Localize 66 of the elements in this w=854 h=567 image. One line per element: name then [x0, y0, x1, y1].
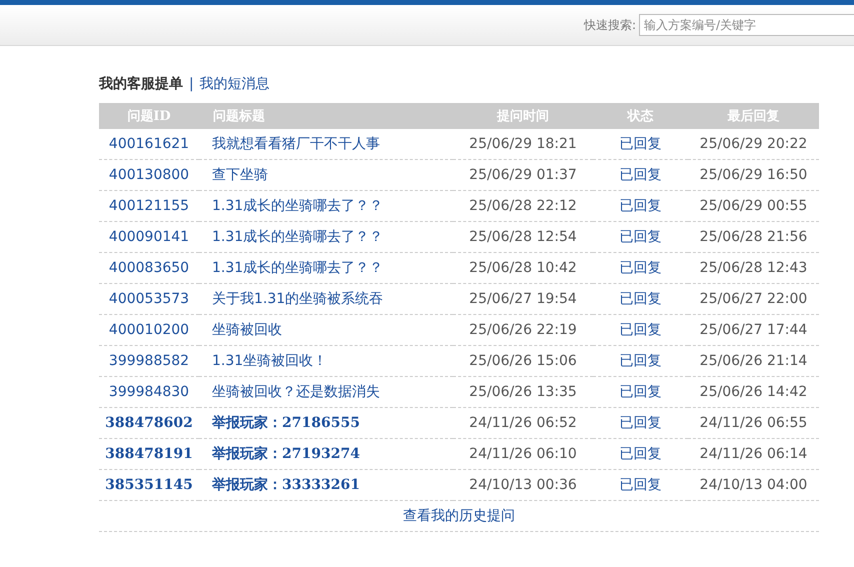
- ticket-id-link[interactable]: 400121155: [108, 198, 190, 214]
- asked-time: 25/06/29 01:37: [469, 167, 577, 183]
- ticket-title-link[interactable]: 我就想看看猪厂干不干人事: [212, 136, 380, 152]
- tab[interactable]: 我的客服提单: [99, 75, 183, 93]
- last-reply-time: 25/06/29 20:22: [700, 136, 808, 152]
- status-link[interactable]: 已回复: [620, 322, 662, 338]
- asked-time: 25/06/26 13:35: [469, 384, 577, 400]
- status-link[interactable]: 已回复: [620, 291, 662, 307]
- ticket-id-link[interactable]: 399984830: [108, 384, 190, 400]
- asked-time: 24/10/13 00:36: [469, 477, 577, 493]
- ticket-title-link[interactable]: 坐骑被回收？还是数据消失: [212, 384, 380, 400]
- tab[interactable]: 我的短消息: [200, 75, 270, 93]
- status-link[interactable]: 已回复: [620, 136, 662, 152]
- ticket-title-link[interactable]: 举报玩家：27186555: [212, 415, 360, 431]
- ticket-id-link[interactable]: 400130800: [108, 167, 190, 183]
- asked-time: 25/06/28 12:54: [469, 229, 577, 245]
- last-reply-time: 25/06/28 12:43: [700, 260, 808, 276]
- search-label: 快速搜索:: [584, 16, 636, 34]
- asked-time: 24/11/26 06:10: [469, 446, 577, 462]
- ticket-title-link[interactable]: 1.31坐骑被回收！: [212, 353, 328, 369]
- ticket-id-link[interactable]: 388478602: [105, 415, 193, 431]
- search-field[interactable]: 输入方案编号/关键字: [639, 14, 854, 36]
- ticket-title-link[interactable]: 举报玩家：33333261: [212, 477, 360, 493]
- ticket-id-link[interactable]: 385351145: [105, 477, 193, 493]
- ticket-id-link[interactable]: 399988582: [108, 353, 190, 369]
- asked-time: 25/06/29 18:21: [469, 136, 577, 152]
- asked-time: 25/06/28 10:42: [469, 260, 577, 276]
- status-link[interactable]: 已回复: [620, 477, 662, 493]
- asked-time: 25/06/26 15:06: [469, 353, 577, 369]
- ticket-id-link[interactable]: 388478191: [105, 446, 193, 462]
- ticket-id-link[interactable]: 400161621: [108, 136, 190, 152]
- tab-separator: |: [189, 76, 194, 92]
- last-reply-time: 24/11/26 06:55: [700, 415, 808, 431]
- status-link[interactable]: 已回复: [620, 198, 662, 214]
- ticket-title-link[interactable]: 举报玩家：27193274: [212, 446, 360, 462]
- ticket-title-link[interactable]: 1.31成长的坐骑哪去了？？: [212, 229, 384, 245]
- history-link[interactable]: 查看我的历史提问: [403, 508, 515, 524]
- ticket-title-link[interactable]: 关于我1.31的坐骑被系统吞: [212, 291, 384, 307]
- ticket-title-link[interactable]: 坐骑被回收: [212, 322, 282, 338]
- ticket-id-link[interactable]: 400083650: [108, 260, 190, 276]
- status-link[interactable]: 已回复: [620, 446, 662, 462]
- asked-time: 25/06/28 22:12: [469, 198, 577, 214]
- ticket-title-link[interactable]: 1.31成长的坐骑哪去了？？: [212, 260, 384, 276]
- status-link[interactable]: 已回复: [620, 260, 662, 276]
- last-reply-time: 25/06/26 14:42: [700, 384, 808, 400]
- asked-time: 25/06/26 22:19: [469, 322, 577, 338]
- ticket-id-link[interactable]: 400090141: [108, 229, 190, 245]
- last-reply-time: 25/06/27 17:44: [700, 322, 808, 338]
- ticket-id-link[interactable]: 400053573: [108, 291, 190, 307]
- status-link[interactable]: 已回复: [620, 415, 662, 431]
- last-reply-time: 24/11/26 06:14: [700, 446, 808, 462]
- ticket-title-link[interactable]: 1.31成长的坐骑哪去了？？: [212, 198, 384, 214]
- last-reply-time: 25/06/27 22:00: [700, 291, 808, 307]
- status-link[interactable]: 已回复: [620, 167, 662, 183]
- last-reply-time: 25/06/26 21:14: [700, 353, 808, 369]
- status-link[interactable]: 已回复: [620, 384, 662, 400]
- status-link[interactable]: 已回复: [620, 229, 662, 245]
- last-reply-time: 25/06/29 16:50: [700, 167, 808, 183]
- last-reply-time: 25/06/29 00:55: [700, 198, 808, 214]
- asked-time: 24/11/26 06:52: [469, 415, 577, 431]
- last-reply-time: 24/10/13 04:00: [700, 477, 808, 493]
- ticket-id-link[interactable]: 400010200: [108, 322, 190, 338]
- status-link[interactable]: 已回复: [620, 353, 662, 369]
- last-reply-time: 25/06/28 21:56: [700, 229, 808, 245]
- asked-time: 25/06/27 19:54: [469, 291, 577, 307]
- ticket-title-link[interactable]: 查下坐骑: [212, 167, 268, 183]
